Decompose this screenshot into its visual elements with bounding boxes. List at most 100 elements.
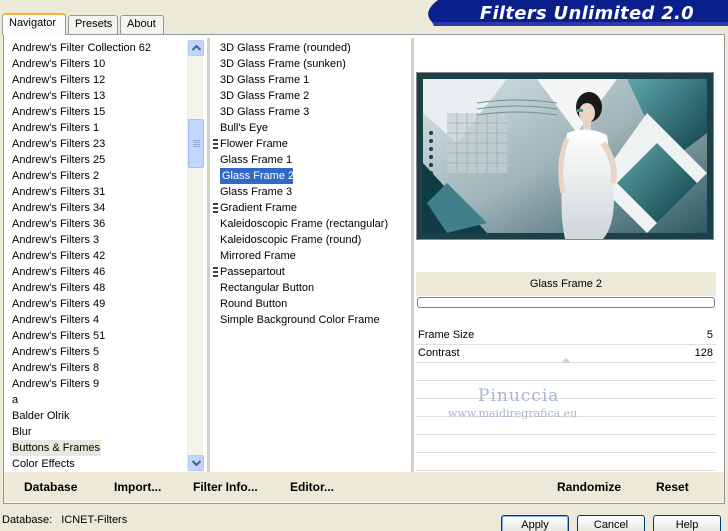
filter-item[interactable]: Kaleidoscopic Frame (round) [212, 232, 410, 248]
filter-item-label: 3D Glass Frame (sunken) [220, 58, 346, 70]
tab-presets[interactable]: Presets [68, 15, 118, 34]
preview-artwork [417, 73, 713, 239]
banner-title: Filters Unlimited 2.0 [479, 3, 694, 24]
filter-item[interactable]: Kaleidoscopic Frame (rectangular) [212, 216, 410, 232]
filter-item[interactable]: 3D Glass Frame (sunken) [212, 56, 410, 72]
filter-item[interactable]: Glass Frame 2 [220, 168, 295, 184]
preview-image [416, 72, 714, 240]
filter-item-label: Flower Frame [220, 138, 288, 150]
scroll-down-button[interactable] [188, 455, 204, 471]
chevron-up-icon [191, 45, 201, 51]
filter-item[interactable]: 3D Glass Frame 2 [212, 88, 410, 104]
param-value[interactable]: 128 [695, 347, 713, 359]
filter-item[interactable]: Flower Frame [212, 136, 410, 152]
filter-item[interactable]: Glass Frame 1 [212, 152, 410, 168]
category-item[interactable]: Andrew's Filters 10 [10, 56, 105, 72]
filter-item-label: Round Button [220, 298, 288, 310]
filter-item[interactable]: Passepartout [212, 264, 410, 280]
category-item[interactable]: Andrew's Filters 15 [10, 104, 105, 120]
category-item[interactable]: Andrew's Filters 46 [10, 264, 105, 280]
filter-item[interactable]: Gradient Frame [212, 200, 410, 216]
filter-item[interactable]: Round Button [212, 296, 410, 312]
watermark-url: www.maidiregrafica.eu [448, 407, 578, 420]
category-item[interactable]: Andrew's Filter Collection 62 [10, 40, 151, 56]
tab-label: Presets [75, 18, 113, 30]
filter-item-label: Glass Frame 1 [220, 154, 293, 166]
category-item[interactable]: Color Effects [10, 456, 101, 472]
category-scrollbar[interactable] [187, 40, 204, 472]
cancel-button[interactable]: Cancel [577, 515, 645, 531]
category-item[interactable]: Andrew's Filters 5 [10, 344, 101, 360]
category-item[interactable]: Andrew's Filters 34 [10, 200, 105, 216]
filter-item[interactable]: Mirrored Frame [212, 248, 410, 264]
drag-handle-icon [213, 139, 218, 149]
database-button[interactable]: Database [24, 480, 77, 494]
list-divider [207, 38, 210, 474]
filter-item-label: Mirrored Frame [220, 250, 296, 262]
filter-item-label: Gradient Frame [220, 202, 298, 214]
database-caption: Database: [2, 514, 53, 526]
filter-list[interactable]: 3D Glass Frame (rounded) 3D Glass Frame (… [212, 40, 410, 340]
filter-item-label: Passepartout [220, 266, 285, 278]
category-item[interactable]: Andrew's Filters 25 [10, 152, 105, 168]
category-item[interactable]: Andrew's Filters 51 [10, 328, 105, 344]
filter-item[interactable]: Rectangular Button [212, 280, 410, 296]
filter-item[interactable]: 3D Glass Frame 1 [212, 72, 410, 88]
category-item[interactable]: Andrew's Filters 36 [10, 216, 105, 232]
apply-button[interactable]: Apply [501, 515, 569, 531]
param-value[interactable]: 5 [707, 329, 713, 341]
selected-filter-name: Glass Frame 2 [416, 272, 716, 296]
tab-about[interactable]: About [120, 15, 164, 34]
category-item[interactable]: Andrew's Filters 1 [10, 120, 101, 136]
randomize-button[interactable]: Randomize [557, 480, 621, 494]
param-label: Contrast [418, 347, 460, 359]
category-item[interactable]: Buttons & Frames [10, 440, 101, 456]
scroll-thumb[interactable] [188, 119, 204, 168]
filter-item-label: Kaleidoscopic Frame (rectangular) [220, 218, 389, 230]
parameter-list: Frame Size 5 Contrast 128 [416, 327, 716, 471]
filter-item-label: Simple Background Color Frame [220, 314, 380, 326]
filter-info-button[interactable]: Filter Info... [193, 480, 258, 494]
help-button[interactable]: Help [653, 515, 721, 531]
filter-item[interactable]: Bull's Eye [212, 120, 410, 136]
param-empty-row [416, 453, 716, 471]
category-item[interactable]: Andrew's Filters 8 [10, 360, 101, 376]
tab-navigator[interactable]: Navigator [2, 13, 66, 35]
category-item[interactable]: Andrew's Filters 42 [10, 248, 105, 264]
category-list[interactable]: Andrew's Filter Collection 62 Andrew's Fi… [10, 40, 186, 472]
bottom-toolbar: Database Import... Filter Info... Editor… [4, 472, 724, 502]
category-item[interactable]: Andrew's Filters 4 [10, 312, 101, 328]
filter-item[interactable]: Simple Background Color Frame [212, 312, 410, 328]
category-item[interactable]: Blur [10, 424, 101, 440]
filter-item[interactable]: 3D Glass Frame (rounded) [212, 40, 410, 56]
filter-item-label: 3D Glass Frame (rounded) [220, 42, 351, 54]
category-item[interactable]: Andrew's Filters 9 [10, 376, 101, 392]
editor-button[interactable]: Editor... [290, 480, 334, 494]
filter-item-label: 3D Glass Frame 1 [220, 74, 310, 86]
param-frame-size[interactable]: Frame Size 5 [416, 327, 716, 345]
category-item[interactable]: Andrew's Filters 23 [10, 136, 105, 152]
category-item[interactable]: Andrew's Filters 48 [10, 280, 105, 296]
param-contrast[interactable]: Contrast 128 [416, 345, 716, 363]
category-item[interactable]: Balder Olrik [10, 408, 101, 424]
category-item[interactable]: Andrew's Filters 49 [10, 296, 105, 312]
category-item[interactable]: Andrew's Filters 3 [10, 232, 101, 248]
drag-handle-icon [213, 267, 218, 277]
filter-item-label: 3D Glass Frame 2 [220, 90, 310, 102]
category-item[interactable]: a [10, 392, 101, 408]
filter-item-label: Glass Frame 3 [220, 186, 293, 198]
filter-item-label: Bull's Eye [220, 122, 268, 134]
reset-button[interactable]: Reset [656, 480, 689, 494]
import-button[interactable]: Import... [114, 480, 161, 494]
scroll-up-button[interactable] [188, 40, 204, 56]
category-item[interactable]: Andrew's Filters 13 [10, 88, 105, 104]
category-item[interactable]: Andrew's Filters 31 [10, 184, 105, 200]
database-status: Database: ICNET-Filters [2, 514, 127, 526]
watermark-name: Pinuccia [478, 386, 560, 406]
filter-item-label: Glass Frame 2 [222, 170, 295, 182]
filter-item[interactable]: Glass Frame 3 [212, 184, 410, 200]
category-item[interactable]: Andrew's Filters 12 [10, 72, 105, 88]
filter-item-label: Kaleidoscopic Frame (round) [220, 234, 362, 246]
category-item[interactable]: Andrew's Filters 2 [10, 168, 101, 184]
filter-item[interactable]: 3D Glass Frame 3 [212, 104, 410, 120]
